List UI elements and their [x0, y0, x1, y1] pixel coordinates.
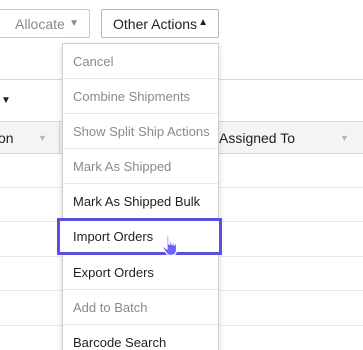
- menu-item-label: Mark As Shipped Bulk: [73, 194, 201, 209]
- menu-item-mark-as-shipped[interactable]: Mark As Shipped: [63, 149, 218, 184]
- column-divider: [59, 121, 60, 154]
- other-actions-menu: Cancel Combine Shipments Show Split Ship…: [57, 43, 222, 350]
- column-filter-icon[interactable]: ▼: [340, 133, 349, 143]
- caret-up-icon: ▲: [198, 17, 208, 28]
- column-filter-icon[interactable]: ▼: [38, 133, 47, 143]
- menu-item-add-to-batch[interactable]: Add to Batch: [63, 290, 218, 325]
- column-header-on[interactable]: on: [0, 130, 14, 146]
- menu-item-combine-shipments[interactable]: Combine Shipments: [63, 79, 218, 114]
- screen: Allocate ▼ Other Actions ▲ ▼ on ▼ Assign…: [0, 0, 363, 350]
- menu-item-label: Import Orders: [73, 229, 154, 244]
- column-header-assigned-to[interactable]: Assigned To: [219, 130, 295, 146]
- menu-item-label: Mark As Shipped: [73, 159, 172, 174]
- menu-item-label: Show Split Ship Actions: [73, 124, 210, 139]
- menu-item-cancel[interactable]: Cancel: [63, 44, 218, 79]
- allocate-button-label: Allocate: [15, 15, 65, 32]
- menu-item-mark-as-shipped-bulk[interactable]: Mark As Shipped Bulk: [63, 184, 218, 219]
- other-actions-button[interactable]: Other Actions ▲: [101, 9, 219, 38]
- menu-item-label: Barcode Search: [73, 335, 167, 350]
- caret-down-icon: ▼: [69, 18, 79, 29]
- other-actions-button-label: Other Actions: [113, 15, 198, 32]
- menu-item-export-orders[interactable]: Export Orders: [63, 255, 218, 290]
- caret-down-icon[interactable]: ▼: [1, 95, 11, 106]
- allocate-button[interactable]: Allocate ▼: [0, 9, 90, 38]
- menu-item-barcode-search[interactable]: Barcode Search: [63, 325, 218, 350]
- menu-item-label: Add to Batch: [73, 300, 148, 315]
- menu-item-import-orders[interactable]: Import Orders: [57, 218, 222, 255]
- menu-item-label: Cancel: [73, 54, 114, 69]
- menu-item-label: Export Orders: [73, 265, 154, 280]
- hand-pointer-icon: [162, 235, 178, 257]
- menu-item-show-split-ship-actions[interactable]: Show Split Ship Actions: [63, 114, 218, 149]
- menu-item-label: Combine Shipments: [73, 89, 191, 104]
